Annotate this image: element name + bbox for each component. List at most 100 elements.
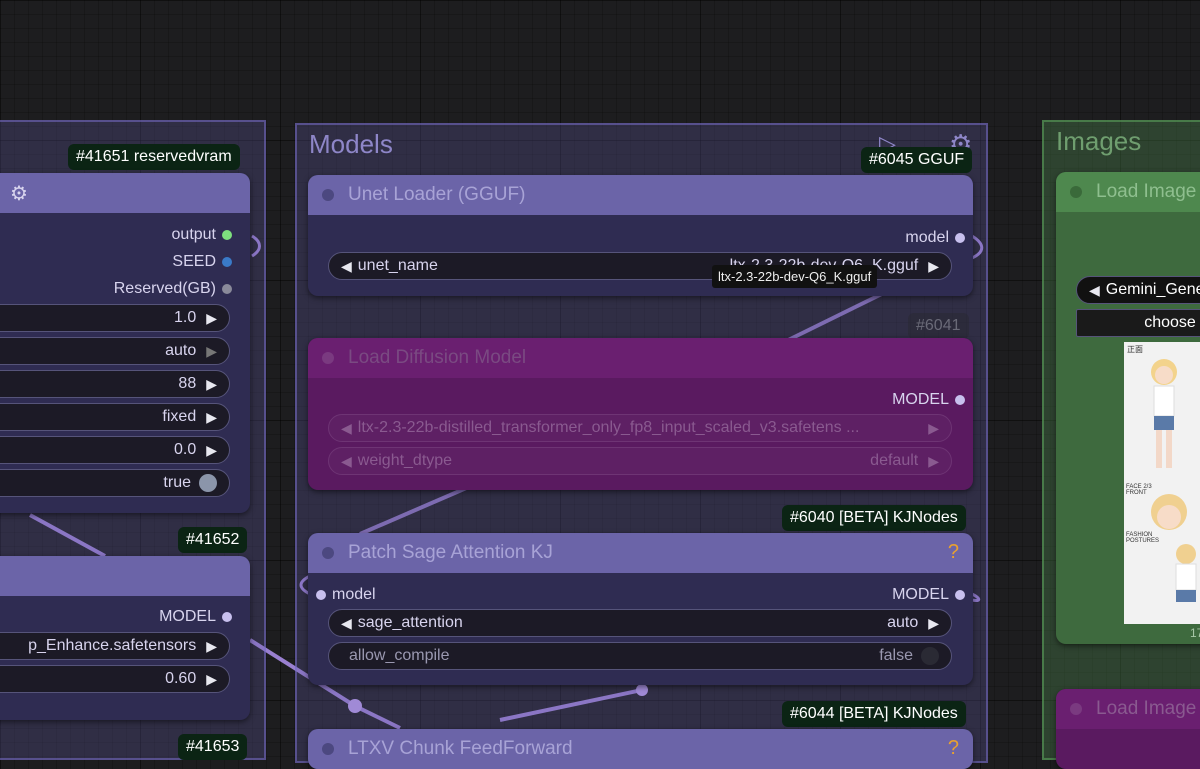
combo-widget[interactable]: fixed ▶: [0, 403, 230, 431]
output-slot-reserved[interactable]: Reserved(GB): [0, 280, 232, 298]
collapse-dot[interactable]: [1070, 186, 1082, 198]
slot-dot[interactable]: [222, 284, 232, 294]
arrow-left-icon[interactable]: ◀: [341, 420, 352, 437]
output-slot-model[interactable]: MODEL: [308, 586, 965, 604]
arrow-right-icon[interactable]: ▶: [206, 638, 217, 655]
arrow-left-icon[interactable]: ◀: [341, 453, 352, 470]
figure-face: [1155, 366, 1173, 384]
output-label: MODEL: [159, 608, 216, 625]
node-id-badge: #41653: [178, 734, 248, 760]
number-widget[interactable]: 0.60 ▶: [0, 665, 230, 693]
arrow-right-icon[interactable]: ▶: [206, 310, 217, 327]
arrow-left-icon[interactable]: ◀: [1089, 282, 1100, 299]
node-header[interactable]: Load Image: [1056, 689, 1200, 729]
combo-widget[interactable]: auto ▶: [0, 337, 230, 365]
node-header[interactable]: Load Diffusion Model: [308, 338, 973, 378]
slot-dot[interactable]: [222, 257, 232, 267]
output-label: MODEL: [892, 391, 949, 408]
collapse-dot[interactable]: [322, 743, 334, 755]
widget-value: p_Enhance.safetensors: [28, 637, 197, 654]
output-slot-seed[interactable]: SEED: [0, 253, 232, 271]
figure-shorts: [1154, 416, 1174, 430]
node-header[interactable]: Unet Loader (GGUF): [308, 175, 973, 215]
widget-value: 0.0: [173, 441, 197, 458]
help-icon[interactable]: ?: [948, 737, 959, 760]
slot-dot[interactable]: [955, 395, 965, 405]
arrow-right-icon[interactable]: ▶: [928, 453, 939, 470]
output-label: MODEL: [892, 586, 949, 603]
widget-label: unet_name: [357, 257, 438, 274]
arrow-right-icon[interactable]: ▶: [206, 671, 217, 688]
arrow-right-icon[interactable]: ▶: [206, 409, 217, 426]
node-header[interactable]: Patch Sage Attention KJ ?: [308, 533, 973, 573]
load-image-node-2[interactable]: Load Image: [1056, 689, 1200, 769]
combo-widget[interactable]: p_Enhance.safetensors ▶: [0, 632, 230, 660]
collapse-dot[interactable]: [322, 547, 334, 559]
preview-label: FACE 2/3 FRONT: [1126, 484, 1152, 496]
figure-head: [1176, 544, 1196, 564]
node-title: Load Image: [1096, 181, 1197, 202]
node-title: Load Image: [1096, 698, 1197, 719]
node-id-badge: #6045 GGUF: [861, 147, 973, 173]
arrow-right-icon[interactable]: ▶: [206, 376, 217, 393]
node-id-badge: #41651 reservedvram: [68, 144, 240, 170]
tooltip: ltx-2.3-22b-dev-Q6_K.gguf: [712, 265, 878, 288]
weight-dtype-combo[interactable]: ◀ weight_dtype default ▶: [328, 447, 952, 475]
widget-value: ltx-2.3-22b-distilled_transformer_only_f…: [357, 419, 860, 436]
checkpoint-combo[interactable]: ◀ ltx-2.3-22b-distilled_transformer_only…: [328, 414, 952, 442]
node-title: Load Diffusion Model: [348, 347, 527, 368]
node-header[interactable]: [0, 556, 250, 596]
output-slot-model[interactable]: MODEL: [308, 391, 965, 409]
widget-value: auto: [165, 342, 197, 359]
node-id-badge: #6044 [BETA] KJNodes: [782, 701, 966, 727]
collapse-dot[interactable]: [322, 352, 334, 364]
arrow-right-icon[interactable]: ▶: [206, 442, 217, 459]
upload-button[interactable]: choose: [1076, 309, 1200, 337]
arrow-right-icon[interactable]: ▶: [206, 343, 217, 360]
output-slot-model[interactable]: MODEL: [0, 608, 232, 626]
image-combo[interactable]: ◀ Gemini_Gene: [1076, 276, 1200, 304]
slot-dot[interactable]: [955, 590, 965, 600]
toggle-knob[interactable]: [921, 647, 939, 665]
image-preview[interactable]: 正面 FACE 2/3 FRONT FASHION POSTURES: [1124, 342, 1200, 624]
button-label: choose: [1144, 314, 1196, 331]
slot-dot[interactable]: [955, 233, 965, 243]
number-widget[interactable]: 1.0 ▶: [0, 304, 230, 332]
node-title: LTXV Chunk FeedForward: [348, 738, 573, 759]
widget-value: 1.0: [173, 309, 197, 326]
collapse-dot[interactable]: [322, 189, 334, 201]
collapse-dot[interactable]: [1070, 703, 1082, 715]
arrow-right-icon[interactable]: ▶: [928, 420, 939, 437]
arrow-left-icon[interactable]: ◀: [341, 615, 352, 632]
output-slot-output[interactable]: output: [0, 226, 232, 244]
number-widget[interactable]: 88 ▶: [0, 370, 230, 398]
sage-attention-combo[interactable]: ◀ sage_attention auto ▶: [328, 609, 952, 637]
arrow-right-icon[interactable]: ▶: [928, 258, 939, 275]
gear-icon[interactable]: ⚙: [10, 181, 28, 206]
arrow-right-icon[interactable]: ▶: [928, 615, 939, 632]
figure-shorts: [1176, 590, 1196, 602]
number-widget[interactable]: 0.0 ▶: [0, 436, 230, 464]
widget-label: allow_compile: [349, 647, 450, 664]
node-title: Unet Loader (GGUF): [348, 184, 526, 205]
arrow-left-icon[interactable]: ◀: [341, 258, 352, 275]
node-header[interactable]: ⚙: [0, 173, 250, 213]
node-header[interactable]: LTXV Chunk FeedForward ?: [308, 729, 973, 769]
help-icon[interactable]: ?: [948, 541, 959, 564]
toggle-widget[interactable]: true: [0, 469, 230, 497]
slot-dot[interactable]: [222, 230, 232, 240]
figure-leg: [1166, 430, 1172, 468]
node-id-badge: #41652: [178, 527, 248, 553]
output-slot-model[interactable]: model: [308, 229, 965, 247]
widget-value: 88: [178, 375, 197, 392]
toggle-knob[interactable]: [199, 474, 217, 492]
output-label: output: [171, 226, 216, 243]
slot-dot[interactable]: [222, 612, 232, 622]
figure-shirt: [1153, 385, 1175, 417]
allow-compile-toggle[interactable]: allow_compile false: [328, 642, 952, 670]
ltxv-chunk-node[interactable]: LTXV Chunk FeedForward ?: [308, 729, 973, 769]
widget-value: true: [163, 474, 191, 491]
node-header[interactable]: Load Image: [1056, 172, 1200, 212]
widget-value: default: [870, 452, 919, 469]
figure-face: [1157, 505, 1181, 529]
